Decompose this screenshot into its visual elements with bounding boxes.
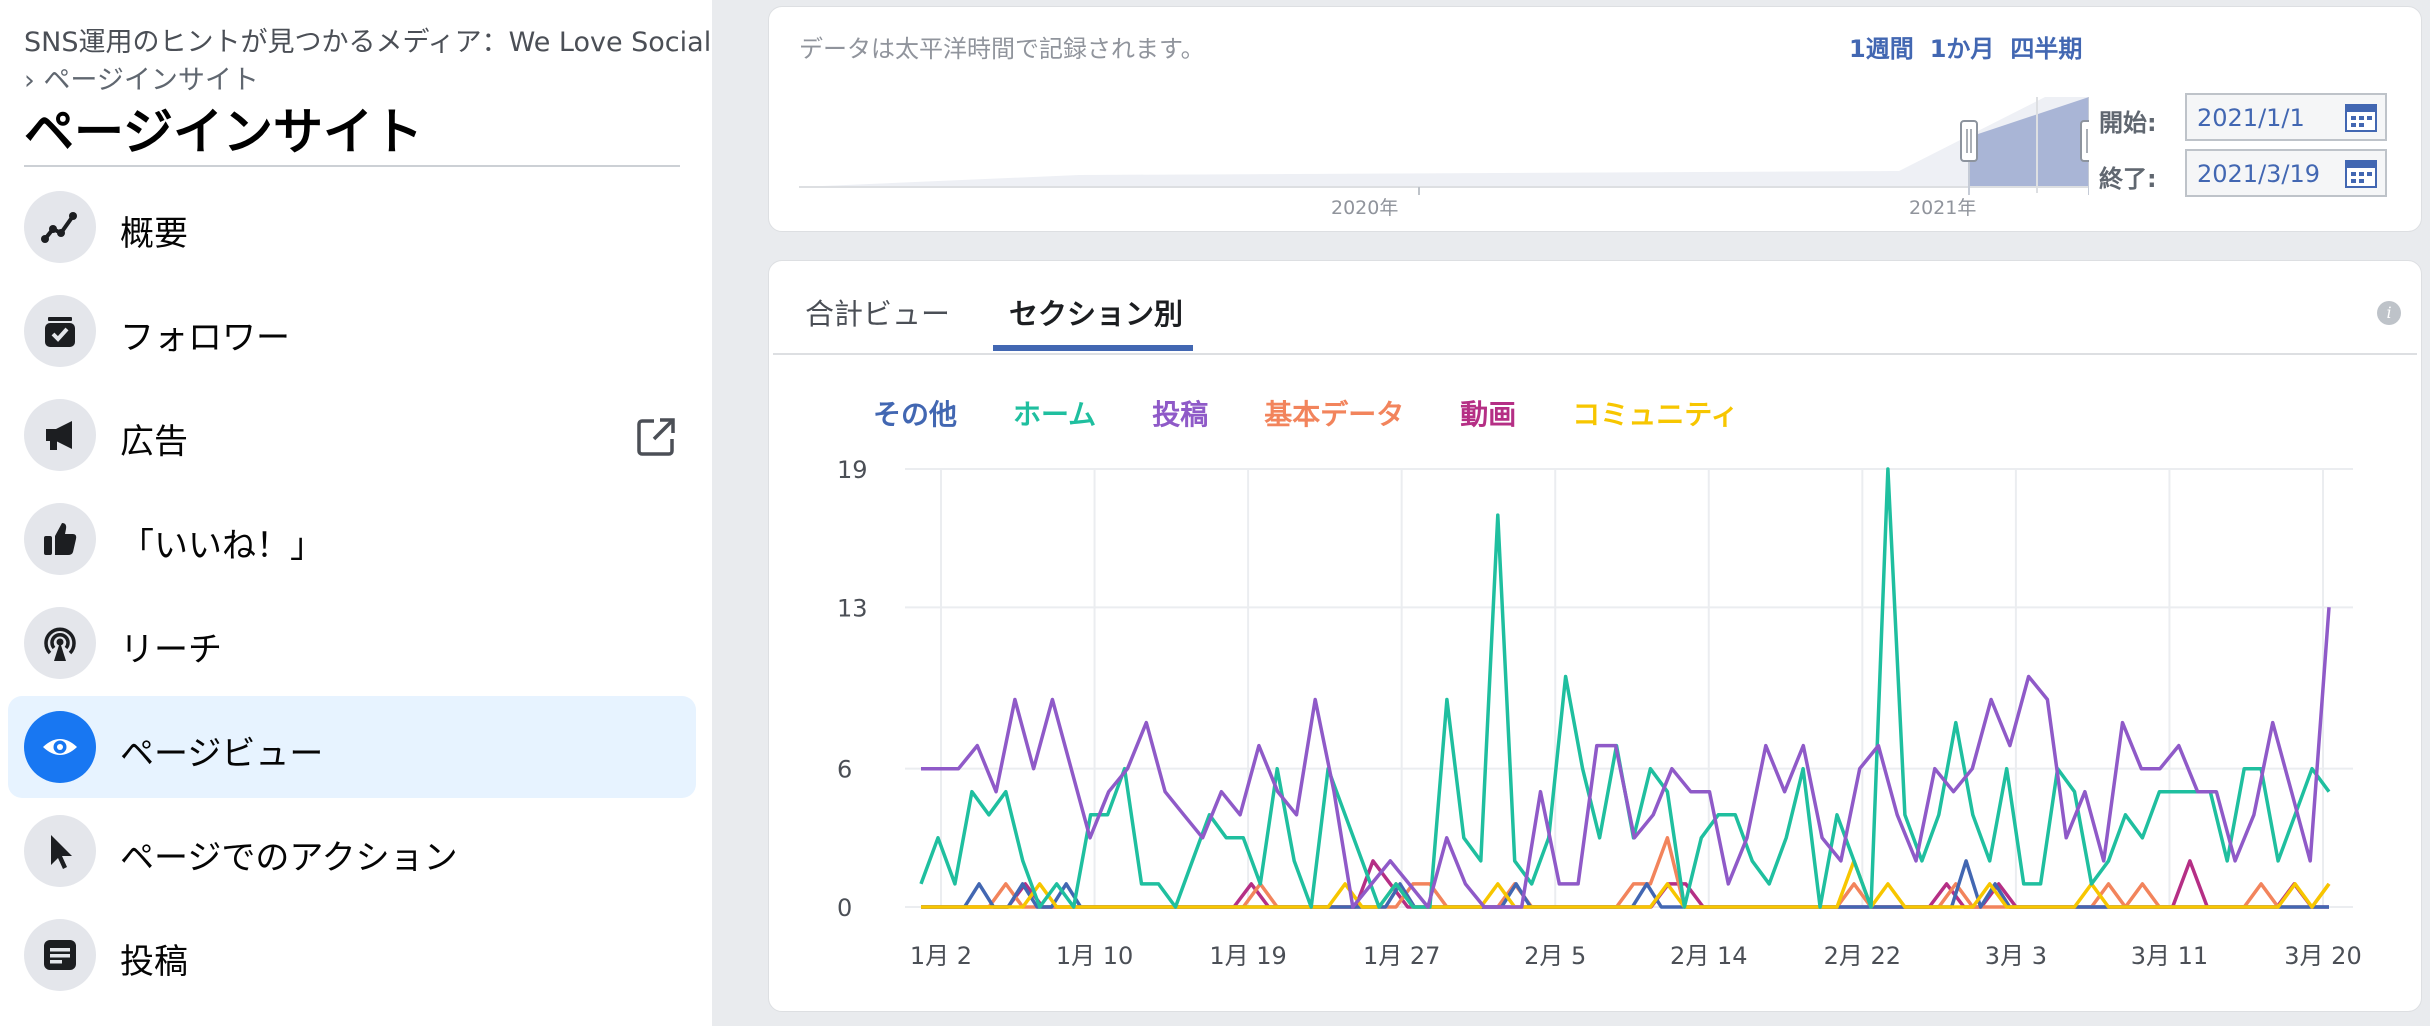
x-tick-label: 2月 14	[1670, 942, 1747, 970]
megaphone-icon	[24, 399, 96, 471]
timezone-note: データは太平洋時間で記録されます。	[799, 35, 1205, 63]
breadcrumb-site-link[interactable]: SNS運用のヒントが見つかるメディア：We Love Social	[24, 20, 711, 59]
series-line-video	[921, 859, 2329, 909]
sidebar-item-label: ページでのアクション	[120, 838, 458, 878]
sidebar-item-label: 「いいね！」	[120, 526, 324, 566]
external-link-icon[interactable]	[636, 417, 676, 457]
calendar-icon[interactable]	[2345, 103, 2377, 133]
sidebar-item-label: 概要	[120, 214, 188, 254]
x-tick-label: 1月 27	[1363, 942, 1440, 970]
sidebar-item-label: ページビュー	[120, 734, 324, 774]
sidebar-item-overview[interactable]: 概要	[8, 176, 696, 278]
series-line-community	[921, 859, 2331, 909]
sidebar-item-label: 広告	[120, 422, 188, 462]
thumbs-up-icon	[24, 503, 96, 575]
x-tick-label: 2月 5	[1524, 942, 1586, 970]
cursor-icon	[24, 815, 96, 887]
sidebar-item-label: フォロワー	[120, 318, 290, 358]
start-date-value: 2021/1/1	[2197, 104, 2305, 132]
series-line-posts	[921, 607, 2331, 909]
sidebar-item-page-actions[interactable]: ページでのアクション	[8, 800, 696, 902]
start-date-field[interactable]: 2021/1/1	[2185, 93, 2387, 141]
section-views-line-chart: 0 6 13 19 1月 2 1月 10 1月 19 1月 27 2月 5 2月 14 2月 22 3…	[837, 456, 2362, 970]
followers-icon	[24, 295, 96, 367]
end-date-value: 2021/3/19	[2197, 160, 2321, 188]
series-line-basic	[921, 836, 2331, 909]
date-range-card: データは太平洋時間で記録されます。 1週間 1か月 四半期 2020年 2021年 …	[768, 6, 2422, 232]
x-tick-label: 3月 11	[2131, 942, 2208, 970]
sidebar-item-followers[interactable]: フォロワー	[8, 280, 696, 382]
y-tick-label: 0	[837, 894, 852, 922]
x-tick-label: 3月 3	[1985, 942, 2047, 970]
y-tick-label: 6	[837, 756, 852, 784]
x-tick-label: 3月 20	[2284, 942, 2361, 970]
preset-quarter-link[interactable]: 四半期	[2010, 35, 2082, 63]
preset-1-week-link[interactable]: 1週間	[1849, 35, 1914, 63]
range-presets: 1週間 1か月 四半期	[1849, 29, 2098, 64]
x-tick-label: 1月 19	[1209, 942, 1286, 970]
preset-1-month-link[interactable]: 1か月	[1930, 35, 1995, 63]
x-tick-label: 1月 2	[910, 942, 972, 970]
timeline-range-selector[interactable]: 2020年 2021年	[799, 83, 2089, 233]
series-line-other	[921, 859, 2329, 909]
sidebar-item-label: 投稿	[120, 942, 188, 982]
range-start-handle[interactable]	[1960, 120, 1978, 162]
sidebar-divider	[24, 165, 680, 167]
start-date-label: 開始:	[2099, 109, 2157, 137]
sidebar-item-likes[interactable]: 「いいね！」	[8, 488, 696, 590]
sidebar-item-ads[interactable]: 広告	[8, 384, 696, 486]
sidebar-item-label: リーチ	[120, 630, 222, 670]
y-tick-label: 19	[837, 456, 868, 484]
x-tick-label: 2月 22	[1824, 942, 1901, 970]
sidebar-item-posts[interactable]: 投稿	[8, 904, 696, 1006]
y-tick-label: 13	[837, 594, 868, 622]
year-label-2020: 2020年	[1331, 197, 1398, 219]
range-end-handle[interactable]	[2080, 120, 2089, 162]
series-line-home	[919, 467, 2331, 909]
sidebar: SNS運用のヒントが見つかるメディア：We Love Social › ページイ…	[0, 0, 712, 1026]
x-tick-label: 1月 10	[1056, 942, 1133, 970]
chart-card: 合計ビュー セクション別 i その他 ホーム 投稿 基本データ 動画 コミュニティ 061…	[768, 260, 2422, 1012]
eye-icon	[24, 711, 96, 783]
end-date-field[interactable]: 2021/3/19	[2185, 149, 2387, 197]
post-icon	[24, 919, 96, 991]
calendar-icon[interactable]	[2345, 159, 2377, 189]
year-label-2021: 2021年	[1909, 197, 1976, 219]
sidebar-item-page-views[interactable]: ページビュー	[8, 696, 696, 798]
broadcast-icon	[24, 607, 96, 679]
sidebar-item-reach[interactable]: リーチ	[8, 592, 696, 694]
end-date-label: 終了:	[2099, 165, 2157, 193]
page-title: ページインサイト	[24, 103, 423, 161]
overview-icon	[24, 191, 96, 263]
